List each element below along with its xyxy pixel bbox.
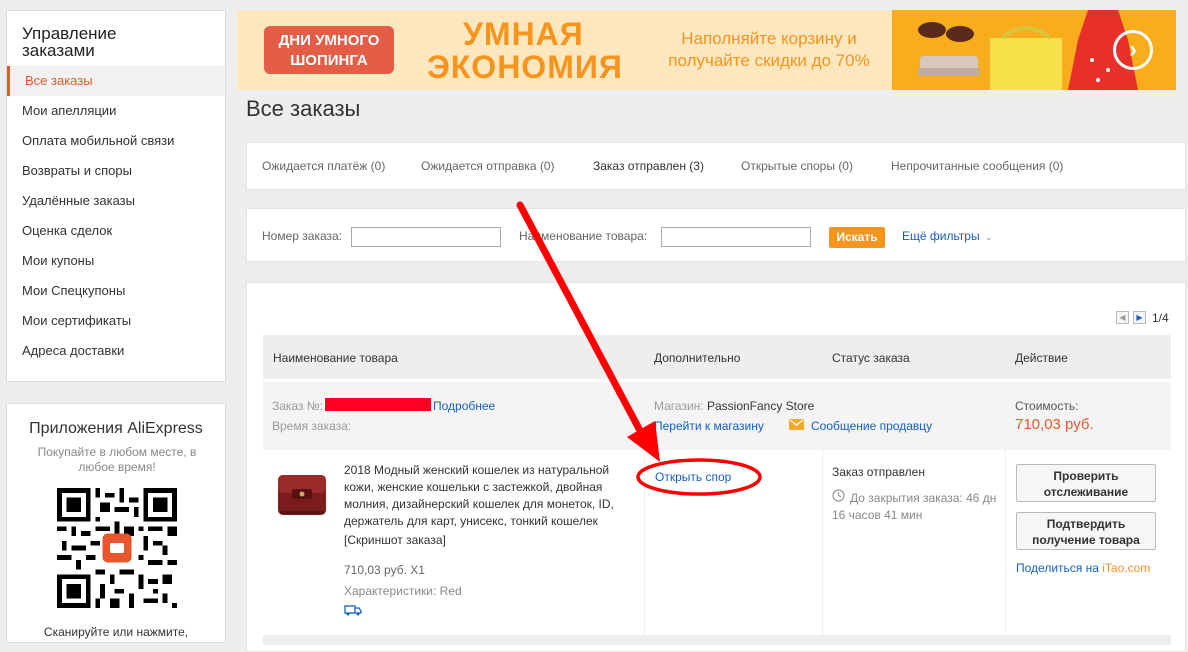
share-site: iTao.com [1102, 561, 1151, 575]
banner-badge-line1: ДНИ УМНОГО [278, 32, 380, 49]
order-status-tabs: Ожидается платёж (0) Ожидается отправка … [246, 142, 1186, 190]
column-header-action: Действие [1015, 351, 1068, 365]
next-order-header [263, 635, 1171, 645]
column-divider [1005, 450, 1006, 640]
search-button[interactable]: Искать [829, 227, 885, 248]
product-title[interactable]: 2018 Модный женский кошелек из натуральн… [344, 462, 634, 530]
order-number-label: Номер заказа: [262, 229, 343, 243]
sidebar-item-appeals[interactable]: Мои апелляции [7, 96, 225, 126]
more-filters-label: Ещё фильтры [902, 229, 980, 243]
column-header-product: Наименование товара [273, 351, 398, 365]
order-number-label: Заказ №: [272, 399, 324, 413]
order-number-input[interactable] [351, 227, 501, 247]
apps-subtitle: Покупайте в любом месте, в любое время! [37, 445, 197, 474]
tab-shipped[interactable]: Заказ отправлен (3) [593, 143, 704, 189]
confirm-receipt-label-2: получение товара [1032, 533, 1140, 547]
check-tracking-button[interactable]: Проверить отслеживание [1016, 464, 1156, 502]
sidebar-item-certificates[interactable]: Мои сертификаты [7, 306, 225, 336]
check-tracking-label-2: отслеживание [1043, 485, 1129, 499]
sidebar-title-line2: заказами [22, 41, 95, 60]
order-details-link[interactable]: Подробнее [433, 399, 495, 413]
go-to-store-link[interactable]: Перейти к магазину [654, 419, 764, 433]
filter-bar: Номер заказа: Наименование товара: Искат… [246, 208, 1186, 262]
share-text: Поделиться на [1016, 561, 1099, 575]
sidebar-item-coupons[interactable]: Мои купоны [7, 246, 225, 276]
banner-headline: УМНАЯ ЭКОНОМИЯ [427, 18, 623, 84]
apps-scan-text: Сканируйте или нажмите, [43, 625, 189, 639]
sidebar-item-returns-disputes[interactable]: Возвраты и споры [7, 156, 225, 186]
order-time-label: Время заказа: [272, 419, 352, 433]
open-dispute-link[interactable]: Открыть спор [655, 470, 731, 484]
sidebar-item-mobile-payment[interactable]: Оплата мобильной связи [7, 126, 225, 156]
page-title: Все заказы [246, 96, 361, 121]
banner-headline-line2: ЭКОНОМИЯ [427, 49, 623, 85]
product-info: 2018 Модный женский кошелек из натуральн… [344, 462, 634, 621]
product-thumbnail[interactable] [274, 467, 330, 523]
sidebar: Управление заказами Все заказы Мои апелл… [6, 10, 226, 382]
envelope-shape-icon [789, 419, 804, 426]
banner-badge-line2: ШОПИНГА [290, 52, 368, 69]
order-snapshot-link[interactable]: [Скриншот заказа] [344, 532, 634, 549]
order-cost: 710,03 руб. [1015, 416, 1094, 433]
share-link[interactable]: Поделиться на iTao.com [1016, 561, 1150, 575]
pager-next-icon[interactable]: ▶ [1133, 311, 1146, 324]
sidebar-title-line1: Управление [22, 24, 117, 43]
qr-code-icon[interactable] [57, 488, 177, 608]
banner-badge: ДНИ УМНОГО ШОПИНГА [264, 26, 394, 74]
cost-label: Стоимость: [1015, 399, 1079, 413]
tab-awaiting-payment[interactable]: Ожидается платёж (0) [262, 143, 385, 189]
order-list: ◀ ▶ 1/4 Наименование товара Дополнительн… [246, 282, 1186, 652]
sidebar-item-feedback[interactable]: Оценка сделок [7, 216, 225, 246]
column-header-status: Статус заказа [832, 351, 910, 365]
store-label: Магазин: PassionFancy Store [654, 399, 814, 413]
check-tracking-label-1: Проверить [1053, 469, 1119, 483]
column-divider [644, 450, 645, 640]
apps-title: Приложения AliExpress [29, 420, 203, 437]
chevron-down-icon: ⌄ [984, 232, 993, 242]
redacted-order-number [325, 398, 431, 411]
tab-unread-messages[interactable]: Непрочитанные сообщения (0) [891, 143, 1063, 189]
order-closing-time: До закрытия заказа: 46 дн 16 часов 41 ми… [832, 491, 997, 522]
confirm-receipt-label-1: Подтвердить [1046, 517, 1126, 531]
order-status: Заказ отправлен [832, 465, 925, 479]
banner-headline-line1: УМНАЯ [463, 16, 584, 52]
more-filters-link[interactable]: Ещё фильтры ⌄ [902, 229, 992, 243]
product-characteristics: Характеристики: Red [344, 584, 462, 598]
sidebar-item-deleted-orders[interactable]: Удалённые заказы [7, 186, 225, 216]
tab-awaiting-shipment[interactable]: Ожидается отправка (0) [421, 143, 555, 189]
pager-page-number: 1/4 [1152, 311, 1169, 325]
chevron-right-circle-icon[interactable]: › [1113, 30, 1153, 70]
store-label-text: Магазин: [654, 399, 704, 413]
tab-open-disputes[interactable]: Открытые споры (0) [741, 143, 853, 189]
promo-banner[interactable]: ДНИ УМНОГО ШОПИНГА УМНАЯ ЭКОНОМИЯ Наполн… [237, 10, 1176, 90]
order-header: Заказ №: Подробнее Время заказа: Магазин… [263, 382, 1171, 450]
sidebar-title: Управление заказами [22, 25, 117, 59]
product-price-qty: 710,03 руб. X1 [344, 563, 425, 577]
pager-prev-icon[interactable]: ◀ [1116, 311, 1129, 324]
store-name: PassionFancy Store [706, 399, 815, 413]
sidebar-item-addresses[interactable]: Адреса доставки [7, 336, 225, 366]
sidebar-item-special-coupons[interactable]: Мои Спецкупоны [7, 276, 225, 306]
product-name-label: Наименование товара: [519, 229, 648, 243]
delivery-truck-icon [344, 605, 362, 616]
column-divider [822, 450, 823, 640]
sidebar-item-all-orders[interactable]: Все заказы [7, 66, 225, 96]
table-header: Наименование товара Дополнительно Статус… [263, 335, 1171, 379]
column-header-additional: Дополнительно [654, 351, 741, 365]
banner-promo-text: Наполняйте корзину и получайте скидки до… [668, 29, 870, 70]
message-seller-link[interactable]: Сообщение продавцу [811, 419, 932, 433]
apps-panel: Приложения AliExpress Покупайте в любом … [6, 403, 226, 643]
product-name-input[interactable] [661, 227, 811, 247]
confirm-receipt-button[interactable]: Подтвердить получение товара [1016, 512, 1156, 550]
envelope-icon [789, 419, 804, 430]
